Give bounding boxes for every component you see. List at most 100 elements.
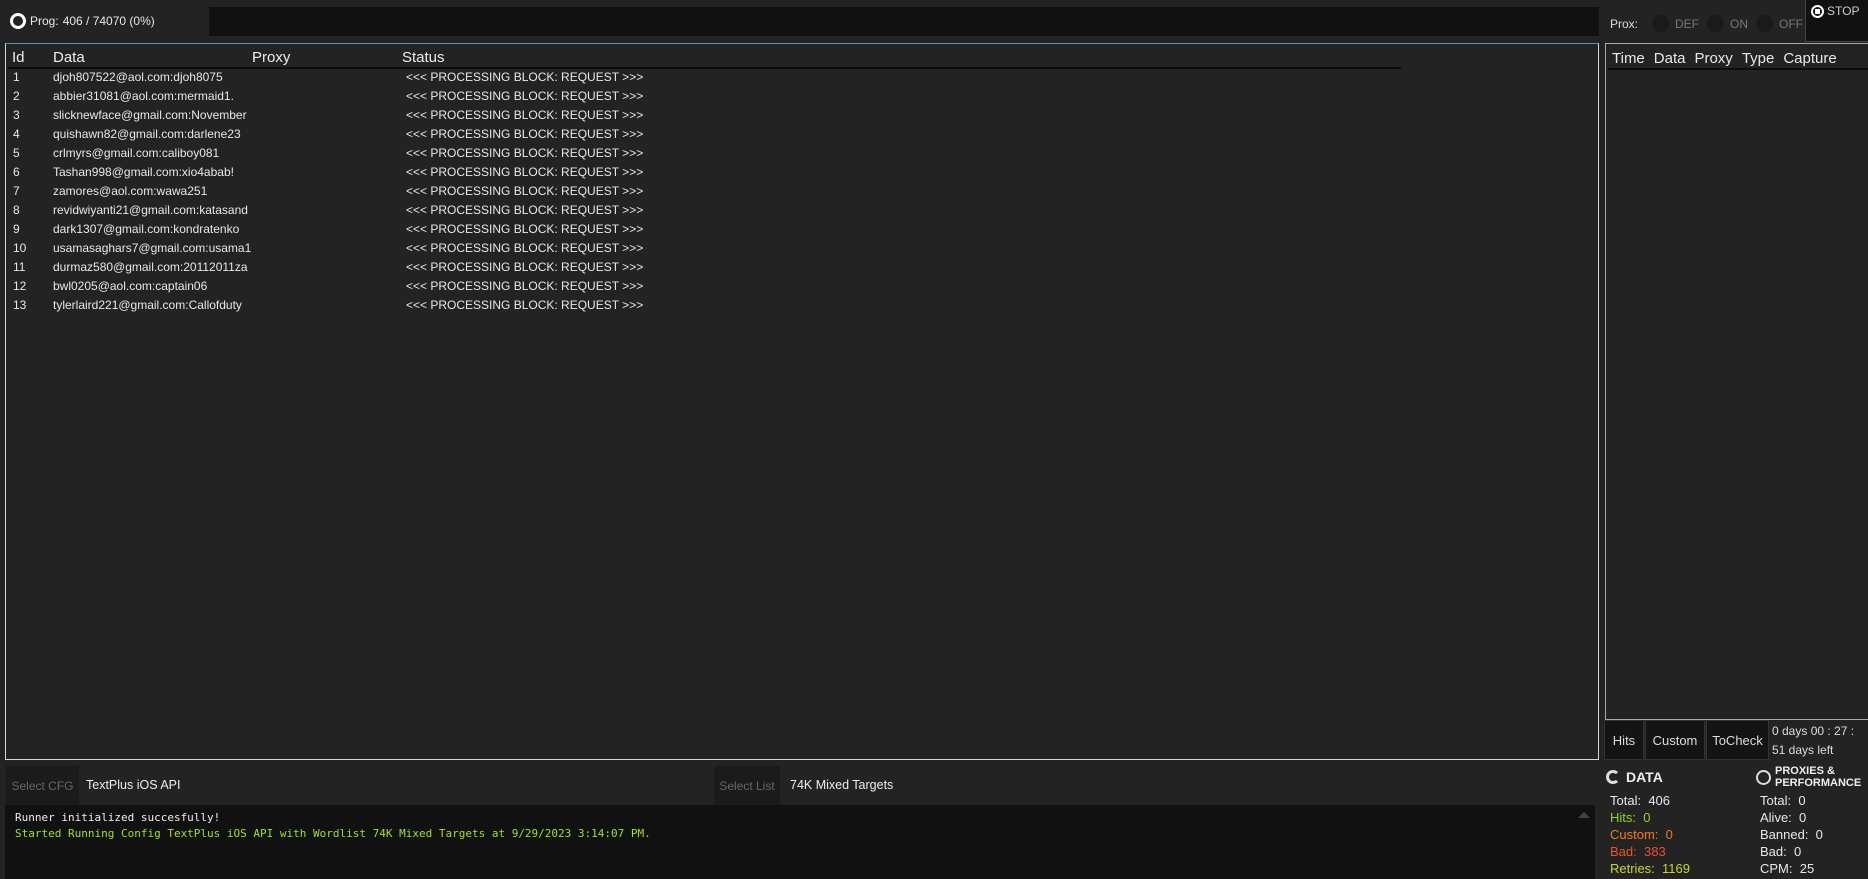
row-data: crlmyrs@gmail.com:caliboy081	[53, 146, 220, 160]
progress-bar	[209, 7, 1599, 36]
scroll-up-arrow-icon[interactable]	[1578, 812, 1590, 818]
proxy-stat: Total: 0	[1760, 793, 1806, 808]
stop-icon	[1811, 4, 1824, 18]
table-row[interactable]: 7 zamores@aol.com:wawa251 <<< PROCESSING…	[6, 182, 1596, 201]
row-status: <<< PROCESSING BLOCK: REQUEST >>>	[406, 146, 644, 160]
capture-header-proxy[interactable]: Proxy	[1694, 50, 1732, 67]
proxy-mode-selector: Prox: DEF ON OFF	[1610, 15, 1803, 32]
row-data: durmaz580@gmail.com:20112011za	[53, 260, 248, 274]
runtime-timer: 0 days 00 : 27 : 51 days left	[1772, 722, 1866, 760]
prox-option-off[interactable]: OFF	[1779, 17, 1803, 31]
stop-label: STOP	[1827, 4, 1860, 18]
capture-header-type[interactable]: Type	[1742, 50, 1775, 67]
log-line: Runner initialized succesfully!	[15, 811, 221, 824]
data-stat: Bad: 383	[1610, 844, 1666, 859]
row-status: <<< PROCESSING BLOCK: REQUEST >>>	[406, 184, 644, 198]
tocheck-tab-button[interactable]: ToCheck	[1706, 720, 1769, 760]
hits-tab-button[interactable]: Hits	[1604, 720, 1644, 760]
capture-header-data[interactable]: Data	[1654, 50, 1686, 67]
selected-wordlist: 74K Mixed Targets	[790, 778, 894, 792]
table-row[interactable]: 12 bwl0205@aol.com:captain06 <<< PROCESS…	[6, 277, 1596, 296]
prox-label: Prox:	[1610, 16, 1639, 31]
progress-text: 406 / 74070 (0%)	[62, 14, 155, 28]
row-id: 9	[13, 222, 20, 236]
table-row[interactable]: 1 djoh807522@aol.com:djoh8075 <<< PROCES…	[6, 68, 1596, 87]
prox-option-def[interactable]: DEF	[1675, 17, 1699, 31]
row-id: 12	[13, 279, 27, 293]
column-header-data[interactable]: Data	[53, 49, 85, 66]
table-row[interactable]: 8 revidwiyanti21@gmail.com:katasand <<< …	[6, 201, 1596, 220]
capture-header-time[interactable]: Time	[1612, 50, 1645, 67]
row-status: <<< PROCESSING BLOCK: REQUEST >>>	[406, 241, 644, 255]
data-stat: Retries: 1169	[1610, 861, 1690, 876]
table-row[interactable]: 13 tylerlaird221@gmail.com:Callofduty <<…	[6, 296, 1596, 315]
prox-radio-off[interactable]	[1756, 15, 1774, 32]
progress-indicator: Prog: 406 / 74070 (0%)	[10, 13, 155, 29]
stat-value: 0	[1799, 810, 1807, 825]
row-id: 7	[13, 184, 20, 198]
row-status: <<< PROCESSING BLOCK: REQUEST >>>	[406, 89, 644, 103]
row-status: <<< PROCESSING BLOCK: REQUEST >>>	[406, 165, 644, 179]
custom-tab-button[interactable]: Custom	[1645, 720, 1705, 760]
table-row[interactable]: 11 durmaz580@gmail.com:20112011za <<< PR…	[6, 258, 1596, 277]
row-data: zamores@aol.com:wawa251	[53, 184, 208, 198]
prox-radio-on[interactable]	[1707, 15, 1725, 32]
select-list-button[interactable]: Select List	[714, 766, 780, 805]
stat-label: Bad:	[1610, 844, 1637, 859]
stat-value: 0	[1815, 827, 1823, 842]
selected-config: TextPlus iOS API	[86, 778, 181, 792]
row-data: quishawn82@gmail.com:darlene23	[53, 127, 241, 141]
data-stats-title: DATA	[1626, 769, 1663, 785]
table-row[interactable]: 5 crlmyrs@gmail.com:caliboy081 <<< PROCE…	[6, 144, 1596, 163]
proxy-stat: Bad: 0	[1760, 844, 1801, 859]
row-data: djoh807522@aol.com:djoh8075	[53, 70, 223, 84]
row-status: <<< PROCESSING BLOCK: REQUEST >>>	[406, 108, 644, 122]
row-status: <<< PROCESSING BLOCK: REQUEST >>>	[406, 298, 644, 312]
table-row[interactable]: 3 slicknewface@gmail.com:November <<< PR…	[6, 106, 1596, 125]
column-header-proxy[interactable]: Proxy	[252, 49, 290, 66]
stat-value: 0	[1643, 810, 1651, 825]
proxy-stat: CPM: 25	[1760, 861, 1814, 876]
stat-label: CPM:	[1760, 861, 1793, 876]
select-cfg-button[interactable]: Select CFG	[6, 766, 79, 805]
proxy-stat: Banned: 0	[1760, 827, 1823, 842]
row-data: dark1307@gmail.com:kondratenko	[53, 222, 240, 236]
jobs-grid: Id Data Proxy Status 1 djoh807522@aol.co…	[5, 43, 1599, 760]
stat-value: 25	[1799, 861, 1815, 876]
stat-value: 1169	[1662, 861, 1690, 876]
stat-label: Hits:	[1610, 810, 1636, 825]
stat-label: Retries:	[1610, 861, 1655, 876]
row-id: 5	[13, 146, 20, 160]
stop-button[interactable]: STOP	[1805, 0, 1868, 42]
elapsed-time: 0 days 00 : 27 :	[1772, 724, 1855, 738]
row-id: 13	[13, 298, 27, 312]
table-row[interactable]: 6 Tashan998@gmail.com:xio4abab! <<< PROC…	[6, 163, 1596, 182]
stat-label: Total:	[1610, 793, 1642, 808]
table-row[interactable]: 2 abbier31081@aol.com:mermaid1. <<< PROC…	[6, 87, 1596, 106]
capture-header-capture[interactable]: Capture	[1783, 50, 1836, 67]
row-data: tylerlaird221@gmail.com:Callofduty	[53, 298, 242, 312]
row-data: usamasaghars7@gmail.com:usama1	[53, 241, 252, 255]
row-id: 6	[13, 165, 20, 179]
proxy-stat: Alive: 0	[1760, 810, 1806, 825]
row-status: <<< PROCESSING BLOCK: REQUEST >>>	[406, 127, 644, 141]
log-console[interactable]: Runner initialized succesfully! Started …	[5, 805, 1595, 879]
data-stat: Hits: 0	[1610, 810, 1650, 825]
stat-label: Alive:	[1760, 810, 1792, 825]
stat-value: 406	[1648, 793, 1671, 808]
table-row[interactable]: 10 usamasaghars7@gmail.com:usama1 <<< PR…	[6, 239, 1596, 258]
data-stat: Custom: 0	[1610, 827, 1673, 842]
data-refresh-icon	[1606, 770, 1620, 784]
license-days-left: 51 days left	[1772, 743, 1834, 757]
prox-radio-def[interactable]	[1652, 15, 1670, 32]
column-header-id[interactable]: Id	[12, 49, 25, 66]
prox-option-on[interactable]: ON	[1730, 17, 1748, 31]
progress-ring-icon	[10, 13, 26, 29]
table-row[interactable]: 4 quishawn82@gmail.com:darlene23 <<< PRO…	[6, 125, 1596, 144]
row-data: abbier31081@aol.com:mermaid1.	[53, 89, 234, 103]
row-data: revidwiyanti21@gmail.com:katasand	[53, 203, 248, 217]
table-row[interactable]: 9 dark1307@gmail.com:kondratenko <<< PRO…	[6, 220, 1596, 239]
row-id: 3	[13, 108, 20, 122]
stat-value: 0	[1793, 844, 1802, 859]
column-header-status[interactable]: Status	[402, 49, 445, 66]
